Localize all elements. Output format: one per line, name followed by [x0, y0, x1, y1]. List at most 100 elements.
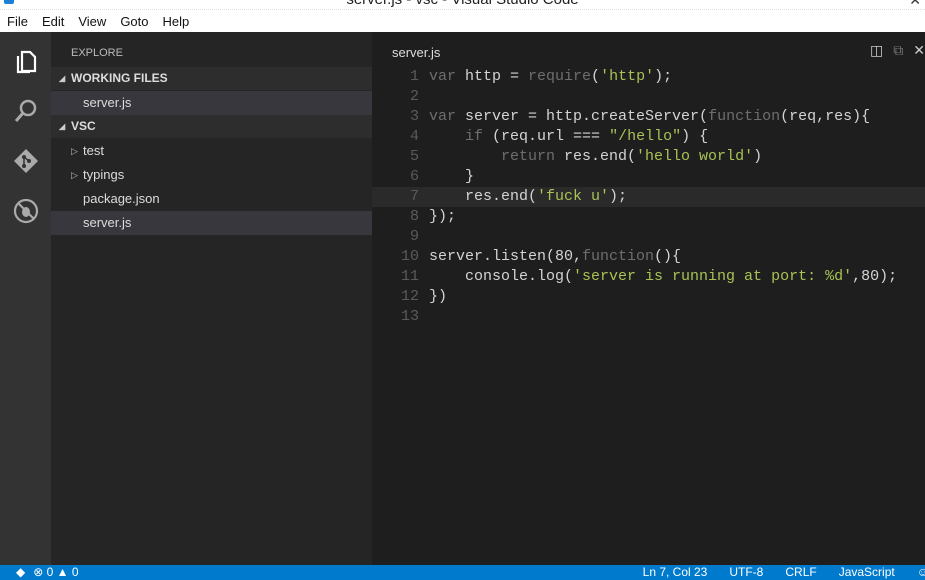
code-line[interactable]: 12})	[372, 287, 925, 307]
working-file-item[interactable]: server.js	[51, 91, 372, 115]
menu-view[interactable]: View	[78, 14, 106, 29]
feedback-smiley-icon[interactable]: ☺	[917, 565, 925, 580]
line-number: 3	[409, 108, 419, 125]
cursor-position[interactable]: Ln 7, Col 23	[643, 565, 708, 580]
menu-help[interactable]: Help	[163, 14, 190, 29]
code-token: ,80);	[852, 268, 898, 285]
status-bar: ◆ ⊗ 0 ▲ 0 Ln 7, Col 23 UTF-8 CRLF JavaSc…	[0, 565, 925, 580]
code-token: 'fuck u'	[537, 188, 610, 205]
code-line[interactable]: 7 res.end('fuck u');	[372, 187, 925, 207]
open-preview-icon[interactable]: ⧉	[893, 42, 903, 59]
expand-icon: ▷	[71, 170, 78, 180]
code-token: res.end(	[564, 148, 637, 165]
code-token: (req,res){	[780, 108, 871, 125]
folder-label: test	[83, 143, 104, 158]
code-token: return	[501, 148, 565, 165]
code-lines[interactable]: 1 var http = require('http'); 2 3 var server…	[372, 67, 925, 327]
line-number: 10	[400, 248, 419, 265]
code-line[interactable]: 6 }	[372, 167, 925, 187]
problems-indicator[interactable]: ⊗ 0 ▲ 0	[33, 565, 78, 580]
code-token: (){	[654, 248, 682, 265]
file-item-server-js[interactable]: server.js	[51, 211, 372, 235]
window-title: server.js - vsc - Visual Studio Code	[0, 0, 925, 8]
code-line[interactable]: 13	[372, 307, 925, 327]
code-line[interactable]: 9	[372, 227, 925, 247]
git-icon[interactable]	[13, 148, 39, 174]
folder-item-test[interactable]: ▷ test	[51, 139, 372, 163]
code-token: server.listen(80,	[429, 248, 583, 265]
code-line[interactable]: 8});	[372, 207, 925, 227]
code-token: "/hello"	[609, 128, 682, 145]
editor[interactable]: server.js ◫ ⧉ ✕ 1 var http = require('htt…	[372, 32, 925, 565]
code-text: var http = require('http');	[429, 67, 672, 87]
code-line[interactable]: 1 var http = require('http');	[372, 67, 925, 87]
line-number: 8	[409, 208, 419, 225]
folder-item-typings[interactable]: ▷ typings	[51, 163, 372, 187]
line-number: 4	[409, 128, 419, 145]
line-number: 5	[409, 148, 419, 165]
files-icon[interactable]	[13, 49, 39, 75]
line-number: 11	[400, 268, 419, 285]
code-token: server = http.createServer(	[465, 108, 709, 125]
code-text: res.end('fuck u');	[429, 187, 627, 207]
section-label: VSC	[71, 119, 96, 133]
code-token: 'server is running at port: %d'	[573, 268, 853, 285]
line-number: 13	[400, 308, 419, 325]
warning-icon: ▲	[56, 565, 69, 579]
activity-bar	[0, 32, 51, 565]
code-token: 'http'	[600, 68, 655, 85]
title-bar: server.js - vsc - Visual Studio Code ✕	[0, 0, 925, 10]
code-token: var	[429, 108, 466, 125]
code-text: console.log('server is running at port: …	[429, 267, 897, 287]
code-token: );	[609, 188, 628, 205]
language-mode[interactable]: JavaScript	[839, 565, 895, 580]
menu-edit[interactable]: Edit	[42, 14, 64, 29]
menu-goto[interactable]: Goto	[120, 14, 148, 29]
line-number: 7	[409, 188, 419, 205]
file-label: package.json	[83, 191, 160, 206]
code-token: 'hello world'	[636, 148, 754, 165]
encoding[interactable]: UTF-8	[729, 565, 763, 580]
line-ending[interactable]: CRLF	[785, 565, 816, 580]
search-icon[interactable]	[13, 98, 39, 124]
git-branch-icon[interactable]: ◆	[16, 565, 25, 580]
code-text: var server = http.createServer(function(…	[429, 107, 870, 127]
code-token: console.log(	[429, 268, 574, 285]
folder-label: typings	[83, 167, 125, 182]
debug-icon[interactable]	[13, 198, 39, 224]
code-line[interactable]: 3 var server = http.createServer(function…	[372, 107, 925, 127]
code-token: var	[429, 68, 466, 85]
code-line[interactable]: 2	[372, 87, 925, 107]
file-label: server.js	[83, 95, 132, 110]
close-window-icon[interactable]: ✕	[909, 0, 921, 9]
menu-bar: File Edit View Goto Help	[0, 10, 925, 32]
code-token: function	[582, 248, 655, 265]
file-item-package-json[interactable]: package.json	[51, 187, 372, 211]
collapse-icon: ◢	[59, 122, 66, 131]
error-icon: ⊗	[33, 565, 44, 579]
line-number: 2	[409, 88, 419, 105]
code-token: });	[429, 208, 457, 225]
code-token: if	[465, 128, 493, 145]
code-line[interactable]: 10 server.listen(80,function(){	[372, 247, 925, 267]
code-line[interactable]: 11 console.log('server is running at por…	[372, 267, 925, 287]
close-editor-icon[interactable]: ✕	[913, 42, 925, 59]
code-text: return res.end('hello world')	[429, 147, 762, 167]
working-files-header[interactable]: ◢ WORKING FILES	[51, 67, 372, 90]
project-header[interactable]: ◢ VSC	[51, 115, 372, 138]
menu-file[interactable]: File	[7, 14, 28, 29]
code-line[interactable]: 5 return res.end('hello world')	[372, 147, 925, 167]
code-text: if (req.url === "/hello") {	[429, 127, 708, 147]
code-token: (req.url ===	[492, 128, 610, 145]
line-number: 1	[409, 68, 419, 85]
expand-icon: ▷	[71, 146, 78, 156]
code-text: server.listen(80,function(){	[429, 247, 681, 267]
code-text: });	[429, 207, 456, 227]
split-editor-icon[interactable]: ◫	[870, 42, 883, 59]
code-line[interactable]: 4 if (req.url === "/hello") {	[372, 127, 925, 147]
code-token: )	[753, 148, 763, 165]
code-token: }	[429, 168, 475, 185]
code-text: }	[429, 167, 474, 187]
code-token: );	[654, 68, 673, 85]
